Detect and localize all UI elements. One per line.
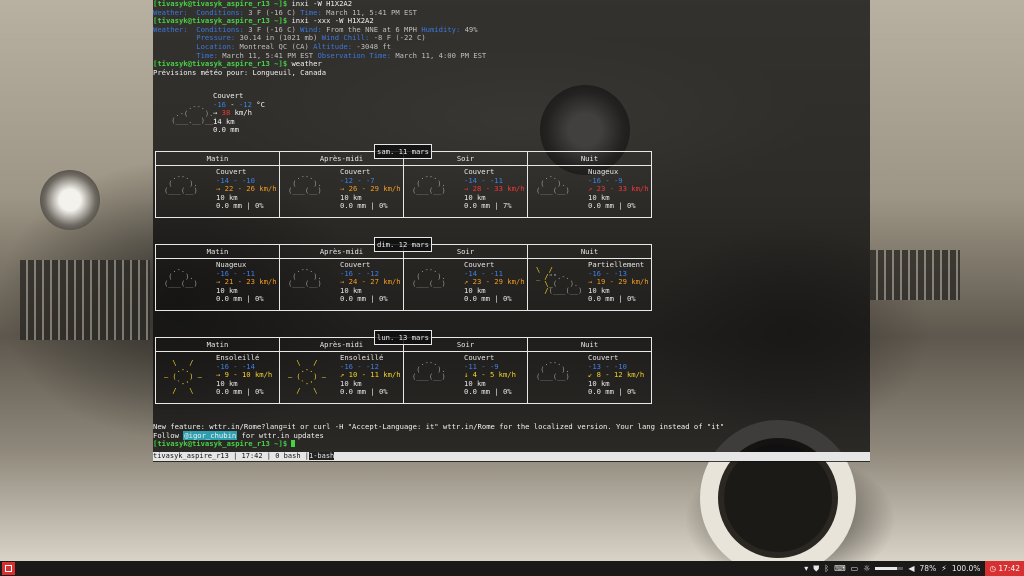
taskbar: ▾ ⛊ ᛒ ⌨ ▭ ☼ ◀ 78% ⚡ 100.0% ◷ 17:42 bbox=[0, 561, 1024, 576]
cloud-icon: .--. ( ). (___(__) bbox=[412, 266, 446, 288]
tmux-window-0[interactable]: 0 bash bbox=[275, 452, 300, 460]
forecast-period: Après-midi .--. ( ). (___(__) Couvert -1… bbox=[280, 245, 404, 310]
tmux-time: 17:42 bbox=[241, 452, 263, 460]
sun-icon: \ / .-. ― ( ) ― `-' / \ bbox=[288, 359, 326, 395]
partly-cloudy-icon: \ / _ /"".-. \_( ). /(___(__) bbox=[536, 266, 583, 295]
forecast-period: Soir .--. ( ). (___(__) Couvert -11 - -9… bbox=[404, 338, 528, 403]
day-label: sam. 11 mars bbox=[374, 144, 432, 159]
cloud-icon: .--. ( ). (___(__) bbox=[288, 173, 322, 195]
battery-icon[interactable]: ⚡ bbox=[941, 561, 947, 576]
forecast-period: Soir .--. ( ). (___(__) Couvert -14 - -1… bbox=[404, 245, 528, 310]
tmux-window-current[interactable]: 1-bash bbox=[308, 452, 335, 460]
car-headlamp-left bbox=[40, 170, 100, 230]
forecast-period: Nuit .-. ( ). (___(__) Nuageux -16 - -9 … bbox=[528, 152, 651, 217]
system-tray: ▾ ⛊ ᛒ ⌨ ▭ ☼ ◀ 78% ⚡ 100.0% ◷ 17:42 bbox=[804, 561, 1024, 576]
volume-icon[interactable]: ◀ bbox=[908, 561, 914, 576]
forecast-period: Matin \ / .-. ― ( ) ― `-' / \ Ensoleillé… bbox=[156, 338, 280, 403]
cloud-icon: .-. ( ). (___(__) bbox=[536, 173, 570, 195]
forecast-period: Après-midi .--. ( ). (___(__) Couvert -1… bbox=[280, 152, 404, 217]
forecast-period: Soir .--. ( ). (___(__) Couvert -14 - -1… bbox=[404, 152, 528, 217]
forecast-period: Matin .--. ( ). (___(__) Couvert -14 - -… bbox=[156, 152, 280, 217]
current-precip: 0.0 mm bbox=[213, 125, 239, 135]
cloud-icon: .--. ( ). (___(__) bbox=[412, 359, 446, 381]
bluetooth-icon[interactable]: ᛒ bbox=[824, 561, 829, 576]
cloud-icon: .--. ( ). (___(__) bbox=[164, 173, 198, 195]
forecast-period: Matin .-. ( ). (___(__) Nuageux -16 - -1… bbox=[156, 245, 280, 310]
cloud-icon: .--. ( ). (___(__) bbox=[536, 359, 570, 381]
tmux-status-bar: tivasyk_aspire_r13 | 17:42 | 0 bash |1-b… bbox=[153, 452, 870, 461]
brightness-icon[interactable]: ☼ bbox=[863, 561, 870, 576]
sun-icon: \ / .-. ― ( ) ― `-' / \ bbox=[164, 359, 202, 395]
cloud-icon: .--. ( ). (___(__) bbox=[288, 266, 322, 288]
volume-label: 78% bbox=[919, 564, 937, 573]
clock[interactable]: ◷ 17:42 bbox=[985, 561, 1024, 576]
terminal-footer: New feature: wttr.in/Rome?lang=it or cur… bbox=[153, 422, 724, 449]
forecast-title: Prévisions météo pour: Longueuil, Canada bbox=[153, 67, 327, 77]
cloud-icon: .-. ( ). (___(__) bbox=[164, 266, 198, 288]
display-icon[interactable]: ▭ bbox=[851, 561, 859, 576]
car-grill-front bbox=[870, 250, 960, 300]
app-menu-button[interactable] bbox=[2, 562, 15, 575]
network-icon[interactable]: ▾ bbox=[804, 561, 808, 576]
keyboard-icon[interactable]: ⌨ bbox=[834, 561, 846, 576]
cloud-icon: .--. .-( ). (___.__)__) bbox=[171, 103, 218, 125]
clock-icon: ◷ bbox=[989, 564, 996, 573]
forecast-period: Après-midi \ / .-. ― ( ) ― `-' / \ Ensol… bbox=[280, 338, 404, 403]
battery-label: 100.0% bbox=[951, 564, 981, 573]
day-label: dim. 12 mars bbox=[374, 237, 432, 252]
shield-icon[interactable]: ⛊ bbox=[813, 561, 819, 576]
terminal-cursor bbox=[291, 440, 296, 448]
volume-bar[interactable] bbox=[875, 567, 904, 570]
car-grill bbox=[20, 260, 150, 340]
forecast-period: Nuit \ / _ /"".-. \_( ). /(___(__) Parti… bbox=[528, 245, 651, 310]
tmux-session: tivasyk_aspire_r13 bbox=[153, 452, 229, 460]
prompt-line[interactable]: [tivasyk@tivasyk_aspire_r13 ~]$ bbox=[153, 439, 724, 449]
terminal-window[interactable]: [tivasyk@tivasyk_aspire_r13 ~]$ inxi -W … bbox=[153, 0, 870, 462]
cloud-icon: .--. ( ). (___(__) bbox=[412, 173, 446, 195]
day-label: lun. 13 mars bbox=[374, 330, 432, 345]
forecast-period: Nuit .--. ( ). (___(__) Couvert -13 - -1… bbox=[528, 338, 651, 403]
